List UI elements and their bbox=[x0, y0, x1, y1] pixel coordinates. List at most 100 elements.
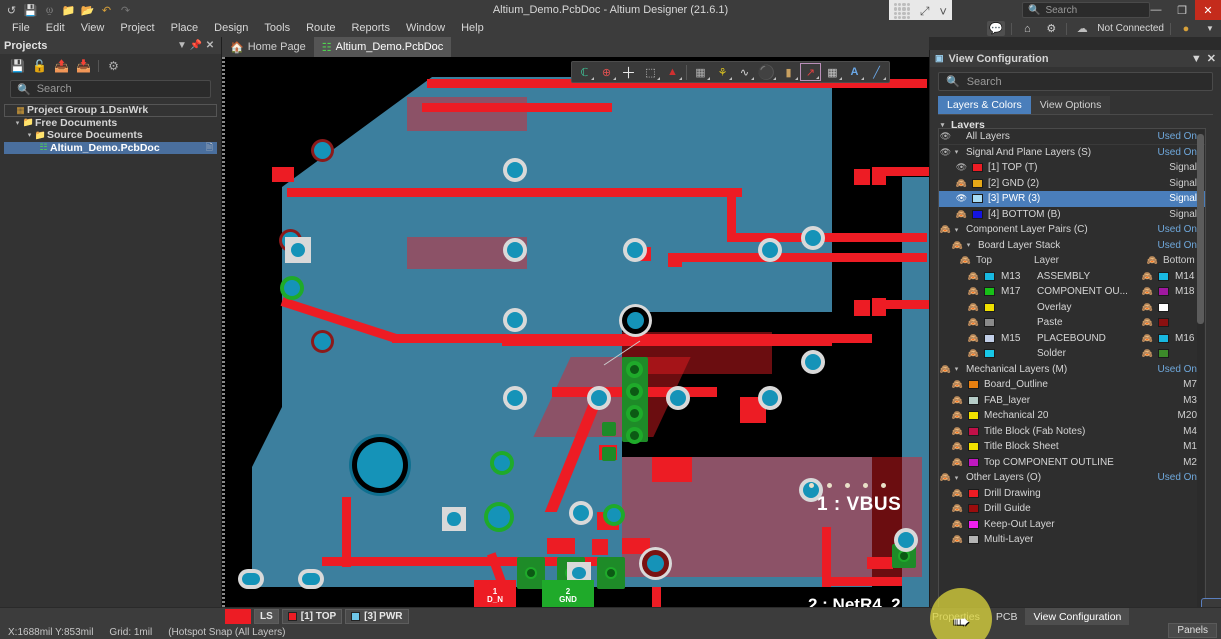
pcb-canvas[interactable]: 1 : VBUS 2 : NetR4_2 1 D_N 2 GND ℂ ⊕ ＋ ⬚ ▲… bbox=[222, 57, 929, 608]
top-layer-color-swatch[interactable] bbox=[984, 302, 995, 312]
top-layer-color-swatch[interactable] bbox=[984, 287, 995, 297]
place-chart-icon[interactable]: ▦ bbox=[822, 63, 843, 81]
layer-row-drill-guide[interactable]: 🙈 Drill Guide bbox=[939, 501, 1205, 517]
place-fill-icon[interactable]: ⬚ bbox=[640, 63, 661, 81]
visibility-eye-off-icon[interactable]: 🙈 bbox=[967, 271, 980, 282]
interactive-route-icon[interactable]: ⊕ bbox=[596, 63, 617, 81]
visibility-eye-off-icon[interactable]: 🙈 bbox=[1141, 286, 1154, 297]
layer-row-top-component-outline[interactable]: 🙈 Top COMPONENT OUTLINE M2 bbox=[939, 455, 1205, 471]
layer-tab-pwr[interactable]: [3] PWR bbox=[345, 609, 409, 624]
place-keepout-icon[interactable]: ⚫ bbox=[756, 63, 777, 81]
layer-color-swatch[interactable] bbox=[968, 519, 979, 529]
place-arc-icon[interactable]: ∿ bbox=[734, 63, 755, 81]
close-project-icon[interactable]: 📥 bbox=[76, 59, 91, 74]
menu-project[interactable]: Project bbox=[112, 20, 162, 37]
layer-row-gnd[interactable]: 🙈 [2] GND (2) Signal bbox=[939, 176, 1205, 192]
chevron-down-icon[interactable]: ▾ bbox=[952, 148, 961, 156]
visibility-eye-off-icon[interactable]: 🙈 bbox=[951, 379, 964, 390]
visibility-eye-icon[interactable]: 👁 bbox=[939, 147, 952, 158]
visibility-eye-off-icon[interactable]: 🙈 bbox=[967, 286, 980, 297]
layer-tab-ls[interactable]: LS bbox=[254, 609, 279, 624]
layer-color-bar[interactable] bbox=[225, 609, 251, 624]
cloud-disconnected-icon[interactable]: ☁ bbox=[1073, 21, 1091, 36]
layer-row-board-layer-stack[interactable]: 🙈 ▾ Board Layer Stack Used On bbox=[939, 238, 1205, 254]
compile-icon[interactable]: 🔓 bbox=[32, 59, 47, 74]
top-layer-color-swatch[interactable] bbox=[984, 318, 995, 328]
chevron-down-icon[interactable]: ▾ bbox=[952, 365, 961, 373]
projects-search-input[interactable]: 🔍 Search bbox=[10, 80, 211, 98]
layer-color-swatch[interactable] bbox=[968, 488, 979, 498]
layer-row-title-block-fab-notes[interactable]: 🙈 Title Block (Fab Notes) M4 bbox=[939, 424, 1205, 440]
layer-pair-row-component-outline[interactable]: 🙈 M17 COMPONENT OU... 🙈 M18 bbox=[939, 284, 1205, 300]
save-icon[interactable]: 💾 bbox=[23, 3, 38, 18]
bottom-tab-pcb[interactable]: PCB bbox=[988, 608, 1026, 626]
layer-color-swatch[interactable] bbox=[972, 209, 983, 219]
visibility-eye-off-icon[interactable]: 🙈 bbox=[955, 209, 968, 220]
net-select-icon[interactable]: ℂ bbox=[574, 63, 595, 81]
layer-row-top[interactable]: 👁 [1] TOP (T) Signal bbox=[939, 160, 1205, 176]
visibility-eye-off-icon[interactable]: 🙈 bbox=[959, 255, 972, 266]
visibility-eye-off-icon[interactable]: 🙈 bbox=[967, 333, 980, 344]
bottom-layer-color-swatch[interactable] bbox=[1158, 349, 1169, 359]
visibility-eye-off-icon[interactable]: 🙈 bbox=[951, 457, 964, 468]
undo-history-icon[interactable]: ↺ bbox=[4, 3, 19, 18]
place-dimension-icon[interactable]: ↗ bbox=[800, 63, 821, 81]
bottom-layer-color-swatch[interactable] bbox=[1158, 271, 1169, 281]
layer-color-swatch[interactable] bbox=[968, 395, 979, 405]
chevron-down-icon[interactable]: ▼ bbox=[1201, 21, 1219, 36]
tree-item-altium-demo-pcbdoc[interactable]: ☷ Altium_Demo.PcbDoc 🗎 bbox=[4, 141, 217, 154]
layer-color-swatch[interactable] bbox=[968, 411, 979, 421]
layer-color-swatch[interactable] bbox=[968, 535, 979, 545]
layer-row-all-layers[interactable]: 👁 All Layers Used On bbox=[939, 129, 1205, 145]
menu-route[interactable]: Route bbox=[298, 20, 343, 37]
tab-view-options[interactable]: View Options bbox=[1030, 96, 1111, 114]
view-config-search-input[interactable]: 🔍 Search bbox=[938, 72, 1213, 91]
chevron-down-icon[interactable]: ▼ bbox=[1191, 53, 1202, 65]
visibility-eye-off-icon[interactable]: 🙈 bbox=[939, 472, 952, 483]
tree-expander[interactable]: ▾ bbox=[25, 131, 34, 139]
visibility-eye-off-icon[interactable]: 🙈 bbox=[951, 441, 964, 452]
visibility-eye-off-icon[interactable]: 🙈 bbox=[967, 317, 980, 328]
place-component-icon[interactable]: ▦ bbox=[690, 63, 711, 81]
menu-tools[interactable]: Tools bbox=[256, 20, 298, 37]
layer-color-swatch[interactable] bbox=[968, 504, 979, 514]
visibility-eye-off-icon[interactable]: 🙈 bbox=[939, 364, 952, 375]
layer-row-fab-layer[interactable]: 🙈 FAB_layer M3 bbox=[939, 393, 1205, 409]
menu-edit[interactable]: Edit bbox=[38, 20, 73, 37]
layer-color-swatch[interactable] bbox=[968, 442, 979, 452]
layer-list-scrollbar[interactable] bbox=[1197, 130, 1204, 620]
top-layer-color-swatch[interactable] bbox=[984, 349, 995, 359]
visibility-eye-off-icon[interactable]: 🙈 bbox=[951, 503, 964, 514]
pin-icon[interactable]: 📌 bbox=[189, 40, 203, 51]
chevron-down-icon[interactable]: ▾ bbox=[952, 474, 961, 482]
layer-row-board-outline[interactable]: 🙈 Board_Outline M7 bbox=[939, 377, 1205, 393]
layer-pair-row-placebound[interactable]: 🙈 M15 PLACEBOUND 🙈 M16 bbox=[939, 331, 1205, 347]
menu-reports[interactable]: Reports bbox=[343, 20, 398, 37]
visibility-eye-off-icon[interactable]: 🙈 bbox=[951, 240, 964, 251]
top-layer-color-swatch[interactable] bbox=[984, 333, 995, 343]
chevron-down-icon[interactable]: ▾ bbox=[952, 226, 961, 234]
minimize-button[interactable]: — bbox=[1143, 0, 1169, 20]
bottom-layer-color-swatch[interactable] bbox=[1158, 302, 1169, 312]
layer-pair-row-overlay[interactable]: 🙈 Overlay 🙈 bbox=[939, 300, 1205, 316]
redo-icon[interactable]: ↷ bbox=[118, 3, 133, 18]
menu-help[interactable]: Help bbox=[453, 20, 492, 37]
window-snap-popup[interactable]: ⤢ ˅ bbox=[889, 0, 952, 22]
open-project-icon[interactable]: 📂 bbox=[80, 3, 95, 18]
layer-pair-row-assembly[interactable]: 🙈 M13 ASSEMBLY 🙈 M14 bbox=[939, 269, 1205, 285]
tree-item-project-group[interactable]: ▦ Project Group 1.DsnWrk bbox=[4, 104, 217, 117]
layer-row-keep-out-layer[interactable]: 🙈 Keep-Out Layer bbox=[939, 517, 1205, 533]
close-button[interactable]: ✕ bbox=[1195, 0, 1221, 20]
visibility-eye-off-icon[interactable]: 🙈 bbox=[955, 178, 968, 189]
visibility-eye-off-icon[interactable]: 🙈 bbox=[951, 534, 964, 545]
tree-item-free-documents[interactable]: ▾ 📁 Free Documents bbox=[4, 117, 217, 130]
visibility-eye-off-icon[interactable]: 🙈 bbox=[1146, 255, 1159, 266]
visibility-eye-off-icon[interactable]: 🙈 bbox=[951, 426, 964, 437]
menu-design[interactable]: Design bbox=[206, 20, 256, 37]
visibility-eye-off-icon[interactable]: 🙈 bbox=[1141, 271, 1154, 282]
visibility-eye-off-icon[interactable]: 🙈 bbox=[1141, 317, 1154, 328]
bottom-layer-color-swatch[interactable] bbox=[1158, 287, 1169, 297]
visibility-eye-off-icon[interactable]: 🙈 bbox=[1141, 302, 1154, 313]
layer-color-swatch[interactable] bbox=[968, 380, 979, 390]
bottom-layer-color-swatch[interactable] bbox=[1158, 333, 1169, 343]
